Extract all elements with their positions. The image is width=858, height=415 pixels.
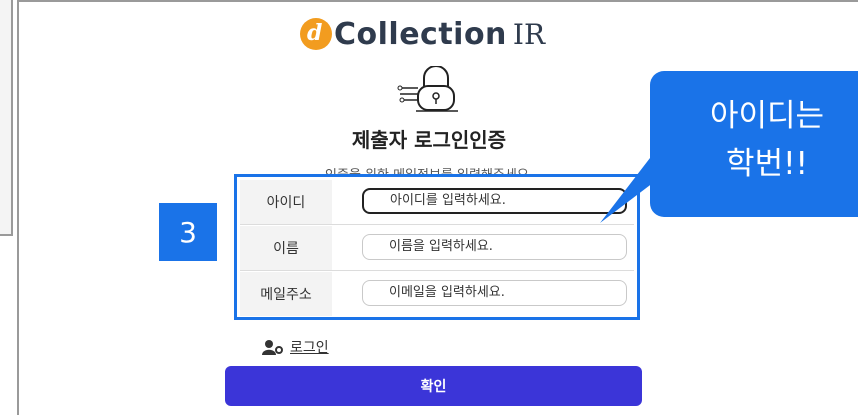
logo-suffix: IR xyxy=(512,17,546,51)
user-key-icon xyxy=(262,340,283,355)
confirm-button[interactable]: 확인 xyxy=(225,366,642,406)
step-number-badge: 3 xyxy=(159,203,217,261)
login-link-label: 로그인 xyxy=(290,340,329,356)
login-form: 아이디 아이디를 입력하세요. 이름 이름을 입력하세요. 메일주소 이메일을 … xyxy=(234,174,640,320)
background-window-frame xyxy=(0,0,13,236)
padlock-icon xyxy=(397,66,458,112)
name-label: 이름 xyxy=(240,226,332,270)
callout-line-1: 아이디는 xyxy=(709,98,825,134)
form-row-email: 메일주소 이메일을 입력하세요. xyxy=(240,272,634,316)
id-label: 아이디 xyxy=(240,180,332,224)
logo-name: Collection xyxy=(334,16,507,52)
form-row-id: 아이디 아이디를 입력하세요. xyxy=(240,180,634,225)
email-input[interactable]: 이메일을 입력하세요. xyxy=(362,280,627,306)
form-row-name: 이름 이름을 입력하세요. xyxy=(240,226,634,271)
login-link[interactable]: 로그인 xyxy=(262,337,329,357)
id-input[interactable]: 아이디를 입력하세요. xyxy=(362,188,627,214)
callout-line-2: 학번!! xyxy=(726,146,808,182)
email-label: 메일주소 xyxy=(240,272,332,316)
callout-text: 아이디는 학번!! xyxy=(676,92,858,188)
dcollection-logo: d Collection IR xyxy=(300,14,545,54)
name-input[interactable]: 이름을 입력하세요. xyxy=(362,234,627,260)
logo-mark-icon: d xyxy=(300,18,332,50)
